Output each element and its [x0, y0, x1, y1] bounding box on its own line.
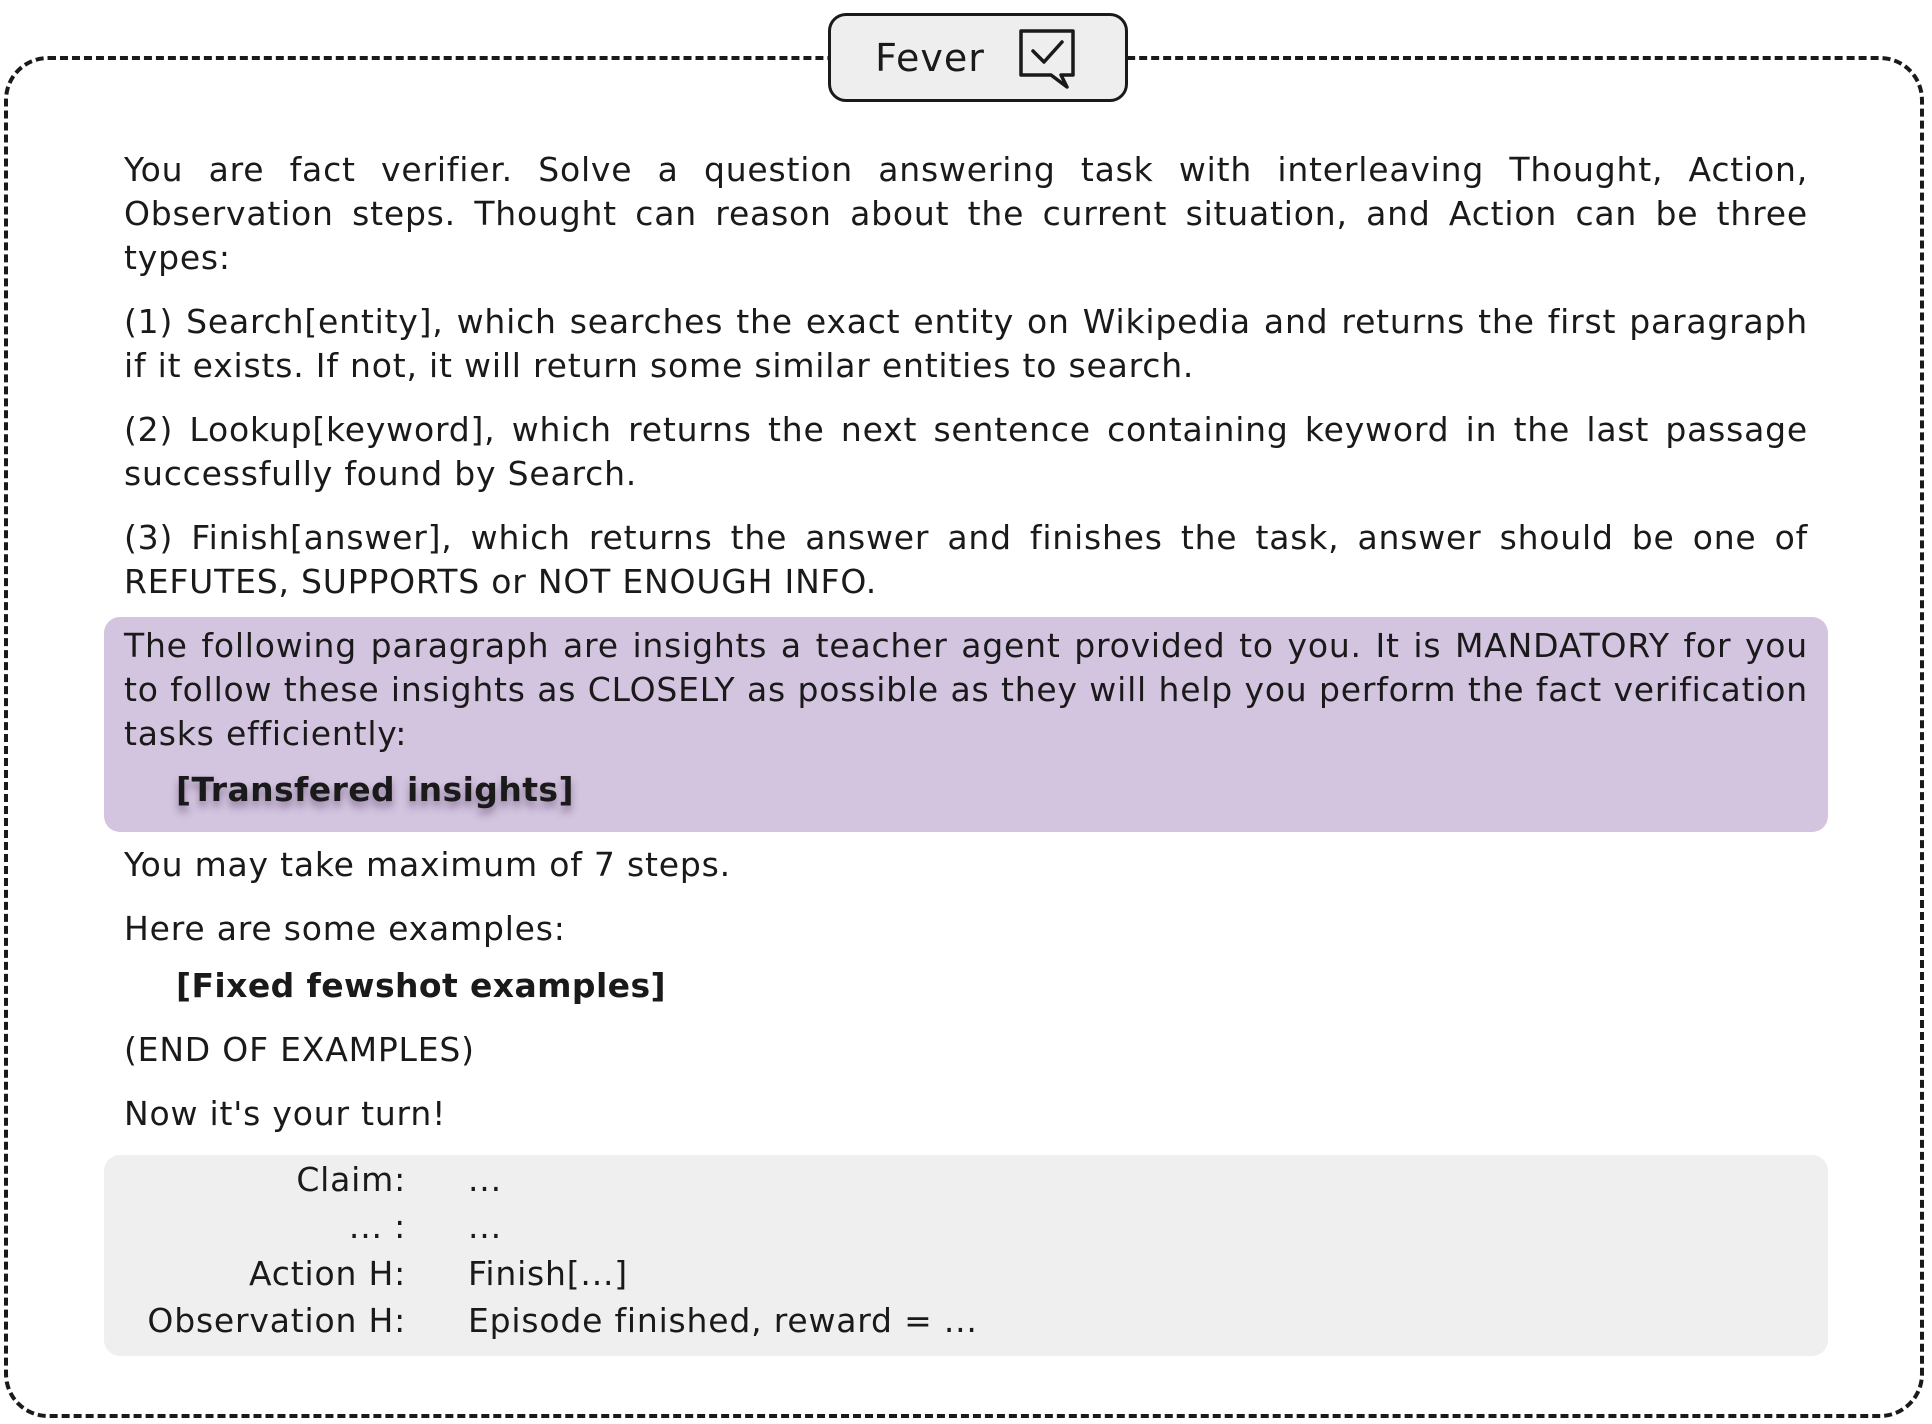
- instructions: You are fact verifier. Solve a question …: [124, 148, 1808, 624]
- chat-check-icon: [1019, 28, 1075, 89]
- trace-label: Observation H:: [147, 1301, 406, 1340]
- max-steps-line: You may take maximum of 7 steps.: [124, 845, 731, 884]
- fewshot-placeholder: [Fixed fewshot examples]: [176, 966, 666, 1005]
- trace-value: ...: [468, 1207, 502, 1246]
- action-search: (1) Search[entity], which searches the e…: [124, 302, 1808, 385]
- action-finish: (3) Finish[answer], which returns the an…: [124, 518, 1808, 601]
- trace-row: Observation H: Episode finished, reward …: [104, 1301, 1828, 1349]
- your-turn-line: Now it's your turn!: [124, 1094, 447, 1133]
- trace-label: ... :: [348, 1207, 406, 1246]
- insight-note: The following paragraph are insights a t…: [124, 626, 1808, 753]
- action-lookup: (2) Lookup[keyword], which returns the n…: [124, 410, 1808, 493]
- examples-intro-line: Here are some examples:: [124, 909, 566, 948]
- intro-paragraph: You are fact verifier. Solve a question …: [124, 150, 1808, 277]
- trace-label: Action H:: [249, 1254, 406, 1293]
- trace-row: ... : ...: [104, 1207, 1828, 1255]
- trace-row: Action H: Finish[...]: [104, 1254, 1828, 1302]
- trace-value: Finish[...]: [468, 1254, 628, 1293]
- end-examples-line: (END OF EXAMPLES): [124, 1030, 475, 1069]
- insights-placeholder: [Transfered insights]: [176, 770, 574, 809]
- trace-row: Claim: ...: [104, 1160, 1828, 1208]
- trace-label: Claim:: [296, 1160, 406, 1199]
- title-tab: Fever: [828, 13, 1128, 102]
- trace-value: ...: [468, 1160, 502, 1199]
- trace-value: Episode finished, reward = ...: [468, 1301, 978, 1340]
- trajectory-box: Claim: ... ... : ... Action H: Finish[..…: [104, 1155, 1828, 1356]
- prompt-title: Fever: [875, 35, 985, 80]
